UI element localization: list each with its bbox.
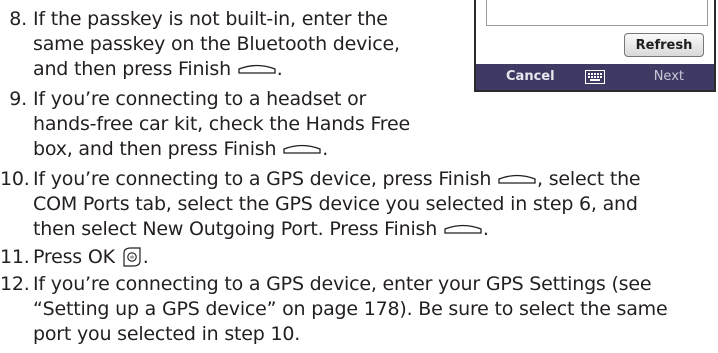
keyboard-icon[interactable] (585, 70, 605, 84)
step-10: 10. If you’re connecting to a GPS device,… (0, 167, 641, 242)
step-9: 9. If you’re connecting to a headset or h… (0, 87, 410, 162)
step-text-line: Press OK ok. (33, 246, 149, 268)
step-text: Press OK (33, 246, 115, 268)
step-text: box, and then press Finish (33, 138, 277, 160)
step-11: 11. Press OK ok. (0, 245, 149, 270)
step-text: then select New Outgoing Port. Press Fin… (33, 218, 438, 240)
step-text-line: then select New Outgoing Port. Press Fin… (0, 217, 640, 242)
punctuation: . (322, 138, 329, 160)
punctuation: . (142, 246, 149, 268)
step-text-line: box, and then press Finish . (0, 137, 410, 162)
ok-key-icon: ok (123, 246, 141, 267)
softkey-bar: Cancel Next (476, 64, 714, 90)
cancel-softkey[interactable]: Cancel (506, 64, 555, 90)
next-softkey[interactable]: Next (654, 64, 684, 90)
step-number: 11. (0, 246, 30, 268)
step-text-line: If the passkey is not built-in, enter th… (33, 8, 388, 30)
svg-text:ok: ok (130, 254, 135, 259)
step-text-line: and then press Finish . (0, 57, 400, 82)
step-text-line: “Setting up a GPS device” on page 178). … (33, 298, 668, 320)
step-text-line: If you’re connecting to a GPS device, pr… (33, 168, 641, 190)
step-number: 9. (9, 88, 27, 110)
step-number: 12. (0, 273, 30, 295)
step-text-line: If you’re connecting to a headset or (33, 88, 367, 110)
device-screenshot: Refresh Cancel Next (474, 0, 716, 92)
refresh-button[interactable]: Refresh (624, 33, 704, 57)
finish-key-icon (238, 64, 276, 74)
step-text-line: port you selected in step 10. (33, 323, 301, 345)
device-list-box (486, 0, 708, 26)
punctuation: . (482, 218, 489, 240)
step-number: 8. (9, 8, 27, 30)
punctuation: . (276, 58, 283, 80)
step-text-line: If you’re connecting to a GPS device, en… (33, 273, 652, 295)
step-8: 8. If the passkey is not built-in, enter … (0, 7, 400, 82)
step-text: If you’re connecting to a GPS device, pr… (33, 168, 492, 190)
step-text: and then press Finish (33, 58, 231, 80)
finish-key-icon (498, 174, 536, 184)
finish-key-icon (444, 224, 482, 234)
step-text: , select the (537, 168, 641, 190)
step-text-line: same passkey on the Bluetooth device, (33, 33, 400, 55)
step-12: 12. If you’re connecting to a GPS device,… (0, 272, 668, 347)
finish-key-icon (283, 144, 321, 154)
step-text-line: hands-free car kit, check the Hands Free (33, 113, 410, 135)
step-number: 10. (0, 168, 30, 190)
step-text-line: COM Ports tab, select the GPS device you… (33, 193, 638, 215)
